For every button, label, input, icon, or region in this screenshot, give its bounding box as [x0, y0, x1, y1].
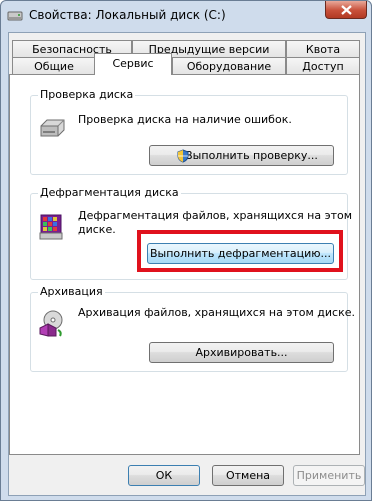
backup-label: Архивация — [38, 285, 105, 298]
defrag-description-line2: диске. — [78, 223, 116, 236]
close-button[interactable] — [325, 1, 367, 19]
check-disk-description: Проверка диска на наличие ошибок. — [78, 113, 292, 126]
tab-quota[interactable]: Квота — [286, 40, 360, 58]
drive-icon — [7, 8, 23, 22]
backup-description: Архивация файлов, хранящихся на этом дис… — [78, 306, 356, 319]
cancel-button[interactable]: Отмена — [212, 465, 284, 486]
ok-button[interactable]: ОК — [128, 465, 200, 486]
tab-sharing[interactable]: Доступ — [286, 57, 360, 75]
run-check-button[interactable]: Выполнить проверку... — [149, 145, 334, 166]
hard-drive-icon — [38, 118, 66, 144]
shield-icon — [177, 149, 189, 163]
backup-icon — [38, 308, 66, 342]
defrag-description-line1: Дефрагментация файлов, хранящихся на это… — [78, 209, 353, 222]
defrag-icon — [38, 211, 66, 245]
tab-hardware[interactable]: Оборудование — [172, 57, 286, 75]
check-disk-label: Проверка диска — [38, 88, 136, 101]
tab-general[interactable]: Общие — [12, 57, 96, 75]
window-title: Свойства: Локальный диск (C:) — [29, 8, 226, 22]
close-icon — [341, 5, 352, 15]
backup-button[interactable]: Архивировать... — [149, 342, 334, 363]
title-bar[interactable]: Свойства: Локальный диск (C:) — [1, 1, 371, 31]
tab-service[interactable]: Сервис — [94, 53, 172, 75]
defrag-label: Дефрагментация диска — [38, 186, 181, 199]
red-highlight-box — [137, 230, 343, 272]
apply-button[interactable]: Применить — [293, 465, 365, 486]
